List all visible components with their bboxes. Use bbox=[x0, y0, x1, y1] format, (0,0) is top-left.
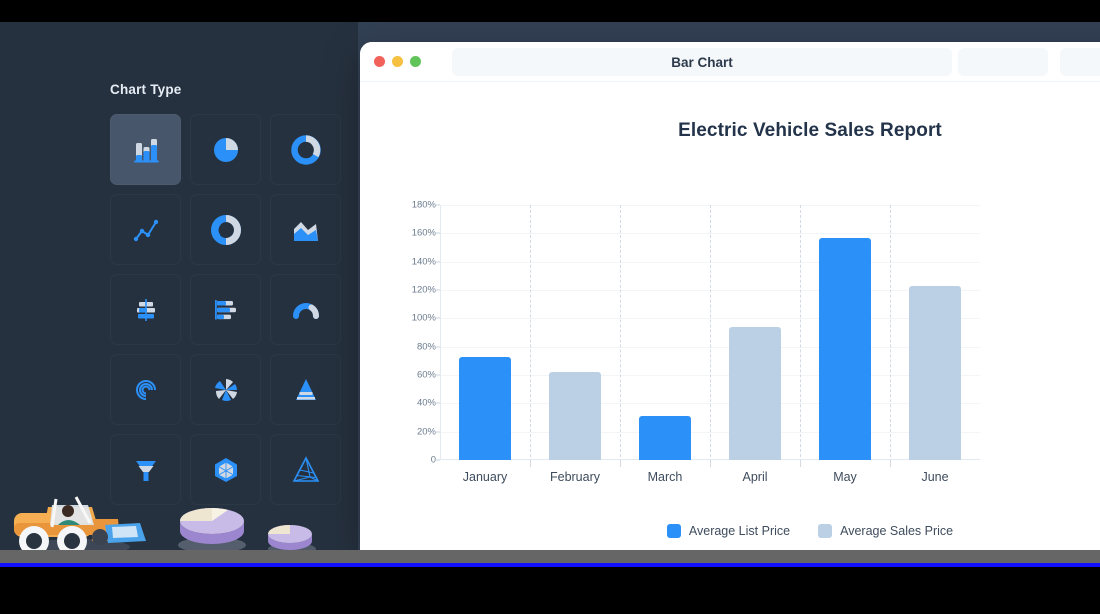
chart-type-tile-bar-chart[interactable] bbox=[110, 114, 181, 185]
screen: Chart Type Bar Chart Electric Vehicle Sa… bbox=[0, 0, 1100, 614]
y-axis-tick bbox=[435, 431, 440, 433]
donut-chart-icon bbox=[289, 133, 323, 167]
x-axis-label: March bbox=[647, 470, 683, 484]
semi-donut-chart-icon bbox=[209, 213, 243, 247]
bar-march[interactable] bbox=[639, 416, 691, 460]
chart-type-tile-gauge-chart[interactable] bbox=[270, 274, 341, 345]
y-axis-tick bbox=[435, 204, 440, 206]
window-title: Bar Chart bbox=[671, 54, 733, 70]
bar-june[interactable] bbox=[909, 285, 961, 460]
horizontal-bar-chart-icon bbox=[209, 293, 243, 327]
x-axis-tick bbox=[800, 460, 801, 465]
y-axis-tick bbox=[435, 402, 440, 404]
chart-type-grid bbox=[110, 114, 341, 505]
area-chart-icon bbox=[289, 213, 323, 247]
y-axis-tick-label: 160% bbox=[411, 227, 436, 239]
bottom-black-bar bbox=[0, 567, 1100, 614]
chart-window: Bar Chart Electric Vehicle Sales Report … bbox=[360, 42, 1100, 554]
3d-pyramid-chart-icon bbox=[289, 453, 323, 487]
tab-bar-chart[interactable]: Bar Chart bbox=[452, 48, 952, 76]
y-axis-tick-label: 180% bbox=[411, 199, 436, 211]
y-axis-tick-label: 60% bbox=[416, 369, 436, 381]
legend-swatch bbox=[818, 524, 833, 538]
chart-type-tile-pyramid-chart[interactable] bbox=[270, 354, 341, 425]
minimize-icon[interactable] bbox=[392, 56, 403, 67]
y-axis-tick bbox=[435, 459, 440, 461]
tab-placeholder-2[interactable] bbox=[1060, 48, 1100, 76]
x-axis-tick bbox=[620, 460, 621, 465]
chart-type-tile-pie-chart[interactable] bbox=[190, 114, 261, 185]
chart-title: Electric Vehicle Sales Report bbox=[678, 120, 942, 141]
x-axis-label: January bbox=[462, 470, 508, 484]
line-chart-icon bbox=[129, 213, 163, 247]
y-axis-tick bbox=[435, 317, 440, 319]
y-axis-tick-label: 140% bbox=[411, 256, 436, 268]
legend-label: Average List Price bbox=[688, 524, 791, 538]
polar-chart-icon bbox=[209, 373, 243, 407]
chart-type-tile-area-chart[interactable] bbox=[270, 194, 341, 265]
y-axis-tick-label: 20% bbox=[416, 426, 436, 438]
bottom-gray-bar bbox=[0, 550, 1100, 563]
y-axis-tick bbox=[435, 289, 440, 291]
y-axis-labels: 0 20% 40% 60% 80% 100% 120% 140% 160% 180% bbox=[394, 200, 436, 466]
radial-chart-icon bbox=[129, 373, 163, 407]
pie-chart-icon bbox=[209, 133, 243, 167]
gauge-chart-icon bbox=[289, 293, 323, 327]
funnel-chart-icon bbox=[129, 453, 163, 487]
y-axis-tick bbox=[435, 232, 440, 234]
chart-type-tile-donut-chart[interactable] bbox=[270, 114, 341, 185]
chart-legend: Average List Price Average Sales Price bbox=[360, 524, 1100, 538]
y-axis-tick-label: 40% bbox=[416, 397, 436, 409]
zoom-icon[interactable] bbox=[410, 56, 421, 67]
legend-item-2[interactable]: Average Sales Price bbox=[818, 524, 953, 538]
sidebar-title: Chart Type bbox=[110, 82, 182, 97]
code-badge[interactable]: </> bbox=[995, 503, 1053, 555]
x-axis-label: May bbox=[833, 470, 857, 484]
candlestick-chart-icon bbox=[129, 293, 163, 327]
bar-january[interactable] bbox=[459, 356, 511, 460]
chart-type-tile-semi-donut-chart[interactable] bbox=[190, 194, 261, 265]
chart-type-sidebar: Chart Type bbox=[0, 22, 358, 550]
close-icon[interactable] bbox=[374, 56, 385, 67]
legend-item-1[interactable]: Average List Price bbox=[666, 524, 791, 538]
tab-placeholder-1[interactable] bbox=[958, 48, 1048, 76]
x-axis-tick bbox=[530, 460, 531, 465]
bar-series bbox=[440, 205, 980, 460]
window-titlebar: Bar Chart bbox=[360, 42, 1100, 82]
x-axis-tick bbox=[890, 460, 891, 465]
traffic-lights bbox=[374, 56, 421, 67]
bar-chart-icon bbox=[129, 133, 163, 167]
bar-may[interactable] bbox=[819, 237, 871, 460]
x-axis-label: June bbox=[921, 470, 949, 484]
y-axis-tick-label: 100% bbox=[411, 312, 436, 324]
y-axis-tick-label: 80% bbox=[416, 341, 436, 353]
radar-chart-icon bbox=[209, 453, 243, 487]
chart-type-tile-candlestick-chart[interactable] bbox=[110, 274, 181, 345]
x-axis-tick bbox=[710, 460, 711, 465]
legend-swatch bbox=[666, 524, 681, 538]
bar-chart-plot: 0 20% 40% 60% 80% 100% 120% 140% 160% 180% Januar… bbox=[412, 200, 980, 484]
chart-type-tile-line-chart[interactable] bbox=[110, 194, 181, 265]
chart-card-body: Electric Vehicle Sales Report 0 20% 40% 60%… bbox=[360, 82, 1100, 554]
chart-type-tile-horizontal-bar-chart[interactable] bbox=[190, 274, 261, 345]
chart-type-tile-polar-chart[interactable] bbox=[190, 354, 261, 425]
y-axis-tick bbox=[435, 374, 440, 376]
bar-april[interactable] bbox=[729, 326, 781, 460]
x-axis-labels: January February March April May June bbox=[440, 470, 980, 490]
x-axis-label: April bbox=[742, 470, 768, 484]
legend-label: Average Sales Price bbox=[840, 524, 954, 538]
y-axis-tick-label: 120% bbox=[411, 284, 436, 296]
x-axis-label: February bbox=[549, 470, 601, 484]
bar-february[interactable] bbox=[549, 372, 601, 460]
pyramid-chart-icon bbox=[289, 373, 323, 407]
y-axis-tick bbox=[435, 261, 440, 263]
y-axis-tick bbox=[435, 346, 440, 348]
chart-type-tile-radial-chart[interactable] bbox=[110, 354, 181, 425]
